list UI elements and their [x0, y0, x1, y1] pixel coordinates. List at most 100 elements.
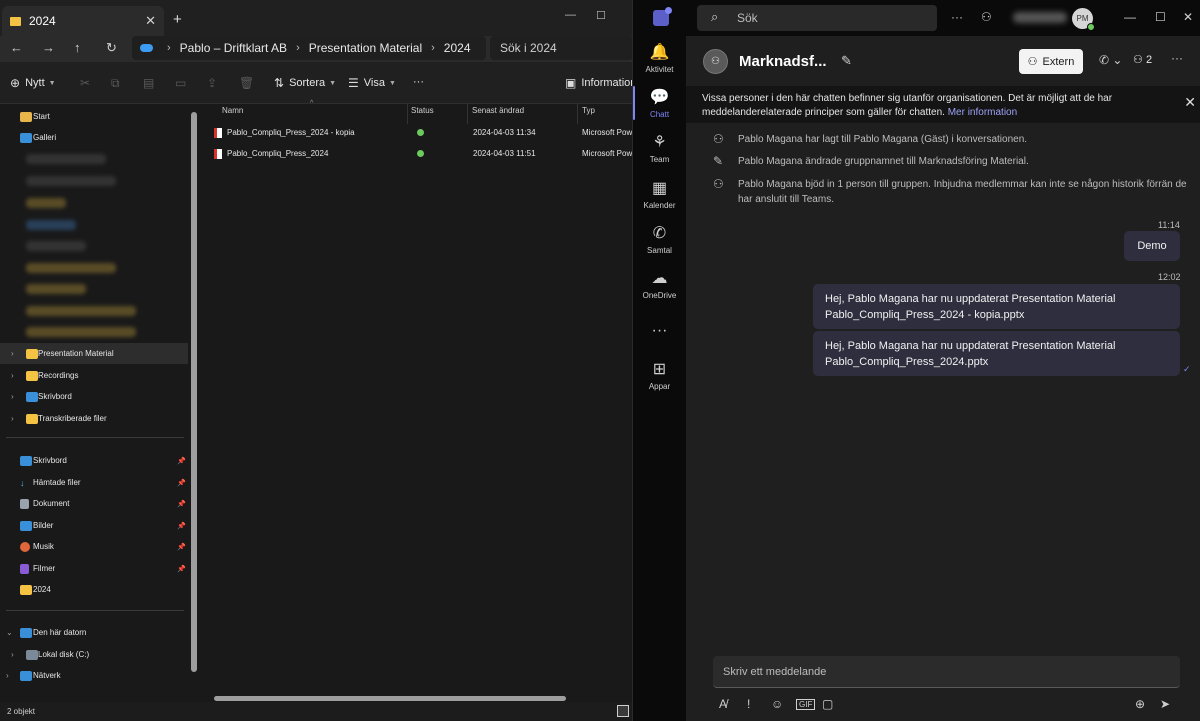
quick-access-music[interactable]: Musik 📌: [0, 536, 188, 557]
nav-item-transkriberade-filer[interactable]: › Transkriberade filer: [0, 408, 188, 429]
explorer-tab[interactable]: 2024 ✕: [2, 6, 164, 36]
chat-message[interactable]: Hej, Pablo Magana har nu uppdaterat Pres…: [813, 331, 1180, 376]
refresh-icon[interactable]: ↻: [106, 40, 117, 56]
horizontal-scrollbar[interactable]: [214, 696, 566, 701]
maximize-icon[interactable]: ☐: [596, 9, 606, 22]
search-placeholder: Sök: [737, 11, 758, 25]
message-composer-input[interactable]: Skriv ett meddelande: [713, 656, 1180, 688]
sidebar-scrollbar[interactable]: [191, 112, 197, 672]
download-icon: ↓: [20, 477, 25, 488]
details-view-icon[interactable]: [617, 705, 629, 717]
column-header-status[interactable]: Status: [411, 106, 434, 115]
close-icon[interactable]: ✕: [1184, 95, 1196, 109]
column-divider[interactable]: [467, 104, 468, 124]
pin-icon[interactable]: 📌: [177, 543, 186, 551]
paste-icon[interactable]: ▤: [143, 76, 154, 90]
more-options-button[interactable]: ···: [413, 76, 424, 88]
send-icon[interactable]: ➤: [1160, 697, 1170, 711]
close-tab-icon[interactable]: ✕: [145, 13, 156, 29]
copy-icon[interactable]: ⧉: [111, 76, 120, 91]
format-text-icon[interactable]: A̸: [719, 697, 727, 711]
quick-access-2024[interactable]: 2024: [0, 579, 188, 600]
pin-icon[interactable]: 📌: [177, 457, 186, 465]
nav-item-this-pc[interactable]: ⌄ Den här datorn: [0, 622, 188, 643]
home-icon: [20, 111, 32, 122]
delete-icon[interactable]: 🗑: [239, 76, 254, 90]
maximize-icon[interactable]: ☐: [1155, 10, 1166, 24]
rail-activity[interactable]: 🔔 Aktivitet: [633, 44, 686, 90]
nav-item-local-disk[interactable]: › Lokal disk (C:): [0, 644, 188, 665]
important-icon[interactable]: !: [747, 697, 750, 711]
up-icon[interactable]: ↑: [74, 40, 81, 55]
pin-icon[interactable]: 📌: [177, 522, 186, 530]
breadcrumb-item[interactable]: Presentation Material: [309, 41, 422, 55]
forward-icon[interactable]: →: [42, 40, 55, 55]
nav-label: Bilder: [33, 521, 54, 530]
avatar[interactable]: PM: [1072, 8, 1095, 31]
nav-item-presentation-material[interactable]: › Presentation Material: [0, 343, 188, 364]
view-button[interactable]: ☰ Visa ▼: [348, 76, 396, 90]
minimize-icon[interactable]: —: [1124, 10, 1136, 24]
quick-access-videos[interactable]: Filmer 📌: [0, 558, 188, 579]
profile-settings-icon[interactable]: ⚇: [981, 10, 992, 24]
nav-item-recordings[interactable]: › Recordings: [0, 365, 188, 386]
rail-onedrive[interactable]: ☁ OneDrive: [633, 270, 686, 316]
file-modified: 2024-04-03 11:34: [473, 128, 536, 137]
nav-item-network[interactable]: › Nätverk: [0, 665, 188, 686]
chat-message[interactable]: Demo: [1124, 231, 1180, 261]
close-icon[interactable]: ✕: [1183, 10, 1193, 24]
column-header-modified[interactable]: Senast ändrad: [472, 106, 524, 115]
quick-access-documents[interactable]: Dokument 📌: [0, 493, 188, 514]
group-chat-avatar[interactable]: ⚇: [703, 49, 728, 74]
more-icon[interactable]: ···: [951, 10, 963, 24]
minimize-icon[interactable]: —: [565, 9, 576, 21]
explorer-search-input[interactable]: Sök i 2024: [490, 36, 632, 60]
rail-calls[interactable]: ✆ Samtal: [633, 225, 686, 271]
column-divider[interactable]: [407, 104, 408, 124]
redacted-item: [26, 327, 136, 337]
more-options-icon[interactable]: ···: [1171, 51, 1183, 65]
edit-pencil-icon[interactable]: ✎: [841, 53, 852, 69]
emoji-icon[interactable]: ☺: [771, 697, 783, 711]
pin-icon[interactable]: 📌: [177, 500, 186, 508]
gif-icon[interactable]: GIF: [796, 699, 816, 710]
divider: [6, 437, 184, 438]
loop-component-icon[interactable]: ⊕: [1135, 697, 1145, 711]
pin-icon[interactable]: 📌: [177, 565, 186, 573]
new-button[interactable]: ⊕ Nytt ▼: [10, 76, 56, 90]
teams-search-input[interactable]: ⌕ Sök: [697, 5, 937, 31]
new-tab-icon[interactable]: +: [173, 11, 182, 28]
rename-icon[interactable]: ▭: [175, 76, 186, 90]
quick-access-skrivbord[interactable]: Skrivbord 📌: [0, 450, 188, 471]
quick-access-pictures[interactable]: Bilder 📌: [0, 515, 188, 536]
more-info-link[interactable]: Mer information: [948, 107, 1017, 118]
rail-teams[interactable]: ⚘ Team: [633, 134, 686, 180]
rail-calendar[interactable]: ▦ Kalender: [633, 180, 686, 226]
chat-message[interactable]: Hej, Pablo Magana har nu uppdaterat Pres…: [813, 284, 1180, 329]
column-divider[interactable]: [577, 104, 578, 124]
nav-item-start[interactable]: Start: [0, 106, 188, 127]
sticker-icon[interactable]: ▢: [822, 697, 833, 711]
rail-chat[interactable]: 💬 Chatt: [633, 89, 686, 135]
nav-item-skrivbord-folder[interactable]: › Skrivbord: [0, 386, 188, 407]
breadcrumb-item[interactable]: Pablo – Driftklart AB: [180, 41, 287, 55]
pin-icon[interactable]: 📌: [177, 479, 186, 487]
cut-icon[interactable]: ✂: [80, 76, 90, 90]
column-header-type[interactable]: Typ: [582, 106, 595, 115]
information-button[interactable]: ▣ Information: [565, 76, 632, 90]
file-row[interactable]: Pablo_Compliq_Press_2024 2024-04-03 11:5…: [208, 143, 632, 164]
back-icon[interactable]: ←: [10, 40, 23, 55]
sort-button[interactable]: ⇅ Sortera ▼: [274, 76, 336, 90]
participants-button[interactable]: ⚇ 2: [1133, 53, 1152, 66]
share-icon[interactable]: ⇪: [207, 76, 217, 90]
breadcrumb-item[interactable]: 2024: [444, 41, 471, 55]
rail-apps[interactable]: ⊞ Appar: [633, 361, 686, 407]
call-button[interactable]: ✆ ⌄: [1099, 53, 1122, 67]
chat-title[interactable]: Marknadsf...: [739, 53, 827, 70]
file-row[interactable]: Pablo_Compliq_Press_2024 - kopia 2024-04…: [208, 122, 632, 143]
breadcrumb[interactable]: › Pablo – Driftklart AB › Presentation M…: [132, 36, 486, 60]
column-header-name[interactable]: Namn: [222, 106, 243, 115]
quick-access-downloads[interactable]: ↓ Hämtade filer 📌: [0, 472, 188, 493]
extern-button[interactable]: ⚇ Extern: [1019, 49, 1083, 74]
nav-item-gallery[interactable]: Galleri: [0, 127, 188, 148]
